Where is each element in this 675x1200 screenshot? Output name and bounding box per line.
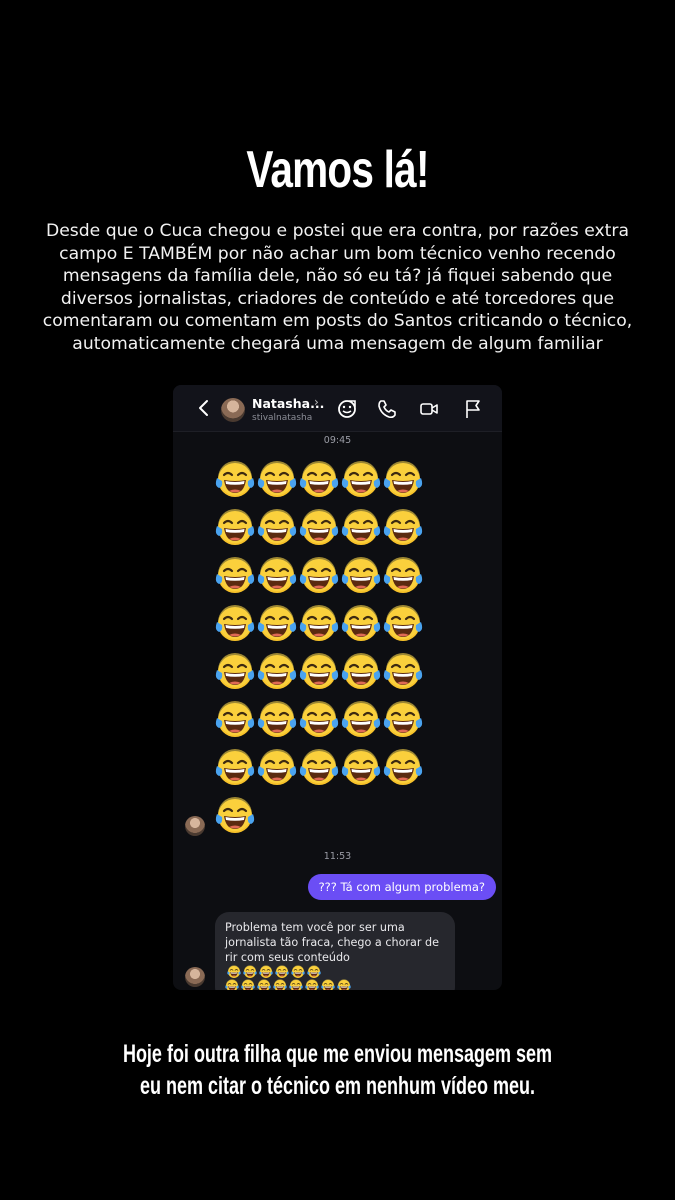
laughing-emoji-icon bbox=[341, 508, 381, 548]
back-arrow-icon[interactable] bbox=[193, 397, 215, 419]
video-icon[interactable] bbox=[418, 398, 440, 420]
laughing-emoji-icon bbox=[257, 508, 297, 548]
chevron-right-icon: › bbox=[314, 395, 319, 409]
laughing-emoji-icon bbox=[225, 979, 239, 990]
sender-avatar[interactable] bbox=[185, 967, 205, 987]
laughing-emoji-icon bbox=[341, 700, 381, 740]
phone-icon[interactable] bbox=[376, 398, 398, 420]
laughing-emoji-icon bbox=[241, 979, 255, 990]
laughing-emoji-icon bbox=[383, 700, 423, 740]
laughing-emoji-icon bbox=[289, 979, 303, 990]
laughing-emoji-icon bbox=[275, 965, 289, 979]
laughing-emoji-icon bbox=[383, 748, 423, 788]
received-message-emojis bbox=[225, 979, 445, 990]
laughing-emoji-icon bbox=[257, 460, 297, 500]
laughing-emoji-icon bbox=[341, 652, 381, 692]
laughing-emoji-icon bbox=[383, 652, 423, 692]
footer-line-1: Hoje foi outra filha que me enviou mensa… bbox=[122, 1040, 553, 1068]
received-message-bubble[interactable]: Problema tem você por ser uma jornalista… bbox=[215, 912, 455, 990]
laughing-emoji-icon bbox=[227, 965, 241, 979]
laughing-emoji-icon bbox=[215, 652, 255, 692]
laughing-emoji-icon bbox=[259, 965, 273, 979]
laughing-emoji-icon bbox=[305, 979, 319, 990]
laughing-emoji-icon bbox=[273, 979, 287, 990]
received-message-text: Problema tem você por ser uma jornalista… bbox=[225, 921, 439, 979]
laughing-emoji-icon bbox=[341, 604, 381, 644]
laughing-emoji-icon bbox=[337, 979, 351, 990]
laughing-emoji-icon bbox=[257, 979, 271, 990]
laughing-emoji-icon bbox=[215, 748, 255, 788]
intro-text: Desde que o Cuca chegou e postei que era… bbox=[42, 221, 633, 354]
laughing-emoji-icon bbox=[299, 460, 339, 500]
chat-screenshot: Natasha... › stivalnatasha 09:45 11:53 ?… bbox=[173, 385, 502, 990]
laughing-emoji-icon bbox=[215, 604, 255, 644]
laughing-emoji-icon bbox=[383, 556, 423, 596]
laughing-emoji-icon bbox=[291, 965, 305, 979]
sent-message-bubble[interactable]: ??? Tá com algum problema? bbox=[307, 874, 496, 900]
footer-caption: Hoje foi outra filha que me enviou mensa… bbox=[94, 1038, 580, 1102]
contact-username: stivalnatasha bbox=[252, 413, 313, 423]
footer-line-2: eu nem citar o técnico em nenhum vídeo m… bbox=[139, 1072, 536, 1100]
page-title: Vamos lá! bbox=[246, 141, 429, 199]
laughing-emoji-icon bbox=[299, 652, 339, 692]
laughing-emoji-icon bbox=[299, 508, 339, 548]
laughing-emoji-icon bbox=[299, 604, 339, 644]
laughing-emoji-icon bbox=[341, 556, 381, 596]
laughing-emoji-icon bbox=[215, 508, 255, 548]
laughing-emoji-icon bbox=[215, 556, 255, 596]
laughing-emoji-icon bbox=[299, 556, 339, 596]
laughing-emoji-icon bbox=[299, 700, 339, 740]
sender-avatar[interactable] bbox=[185, 816, 205, 836]
laughing-emoji-icon bbox=[257, 556, 297, 596]
laughing-emoji-icon bbox=[257, 748, 297, 788]
laughing-emoji-icon bbox=[321, 979, 335, 990]
inline-emojis bbox=[225, 966, 321, 979]
laughing-emoji-icon bbox=[257, 604, 297, 644]
laughing-emoji-icon bbox=[257, 700, 297, 740]
laughing-emoji-icon bbox=[215, 796, 255, 836]
timestamp: 11:53 bbox=[323, 851, 352, 862]
laughing-emoji-icon bbox=[383, 508, 423, 548]
laughing-emoji-icon bbox=[299, 748, 339, 788]
laughing-emoji-icon bbox=[341, 460, 381, 500]
laughing-emoji-icon bbox=[341, 748, 381, 788]
laughing-emoji-icon bbox=[383, 604, 423, 644]
chat-header: Natasha... › stivalnatasha bbox=[173, 385, 502, 432]
flag-icon[interactable] bbox=[462, 398, 484, 420]
laughing-emoji-icon bbox=[307, 965, 321, 979]
laughing-emoji-icon bbox=[257, 652, 297, 692]
laughing-emoji-icon bbox=[215, 700, 255, 740]
timestamp: 09:45 bbox=[323, 435, 352, 446]
laughing-emoji-icon bbox=[383, 460, 423, 500]
sticker-icon[interactable] bbox=[336, 398, 358, 420]
laughing-emoji-icon bbox=[215, 460, 255, 500]
laughing-emoji-icon bbox=[243, 965, 257, 979]
contact-avatar[interactable] bbox=[221, 398, 245, 422]
